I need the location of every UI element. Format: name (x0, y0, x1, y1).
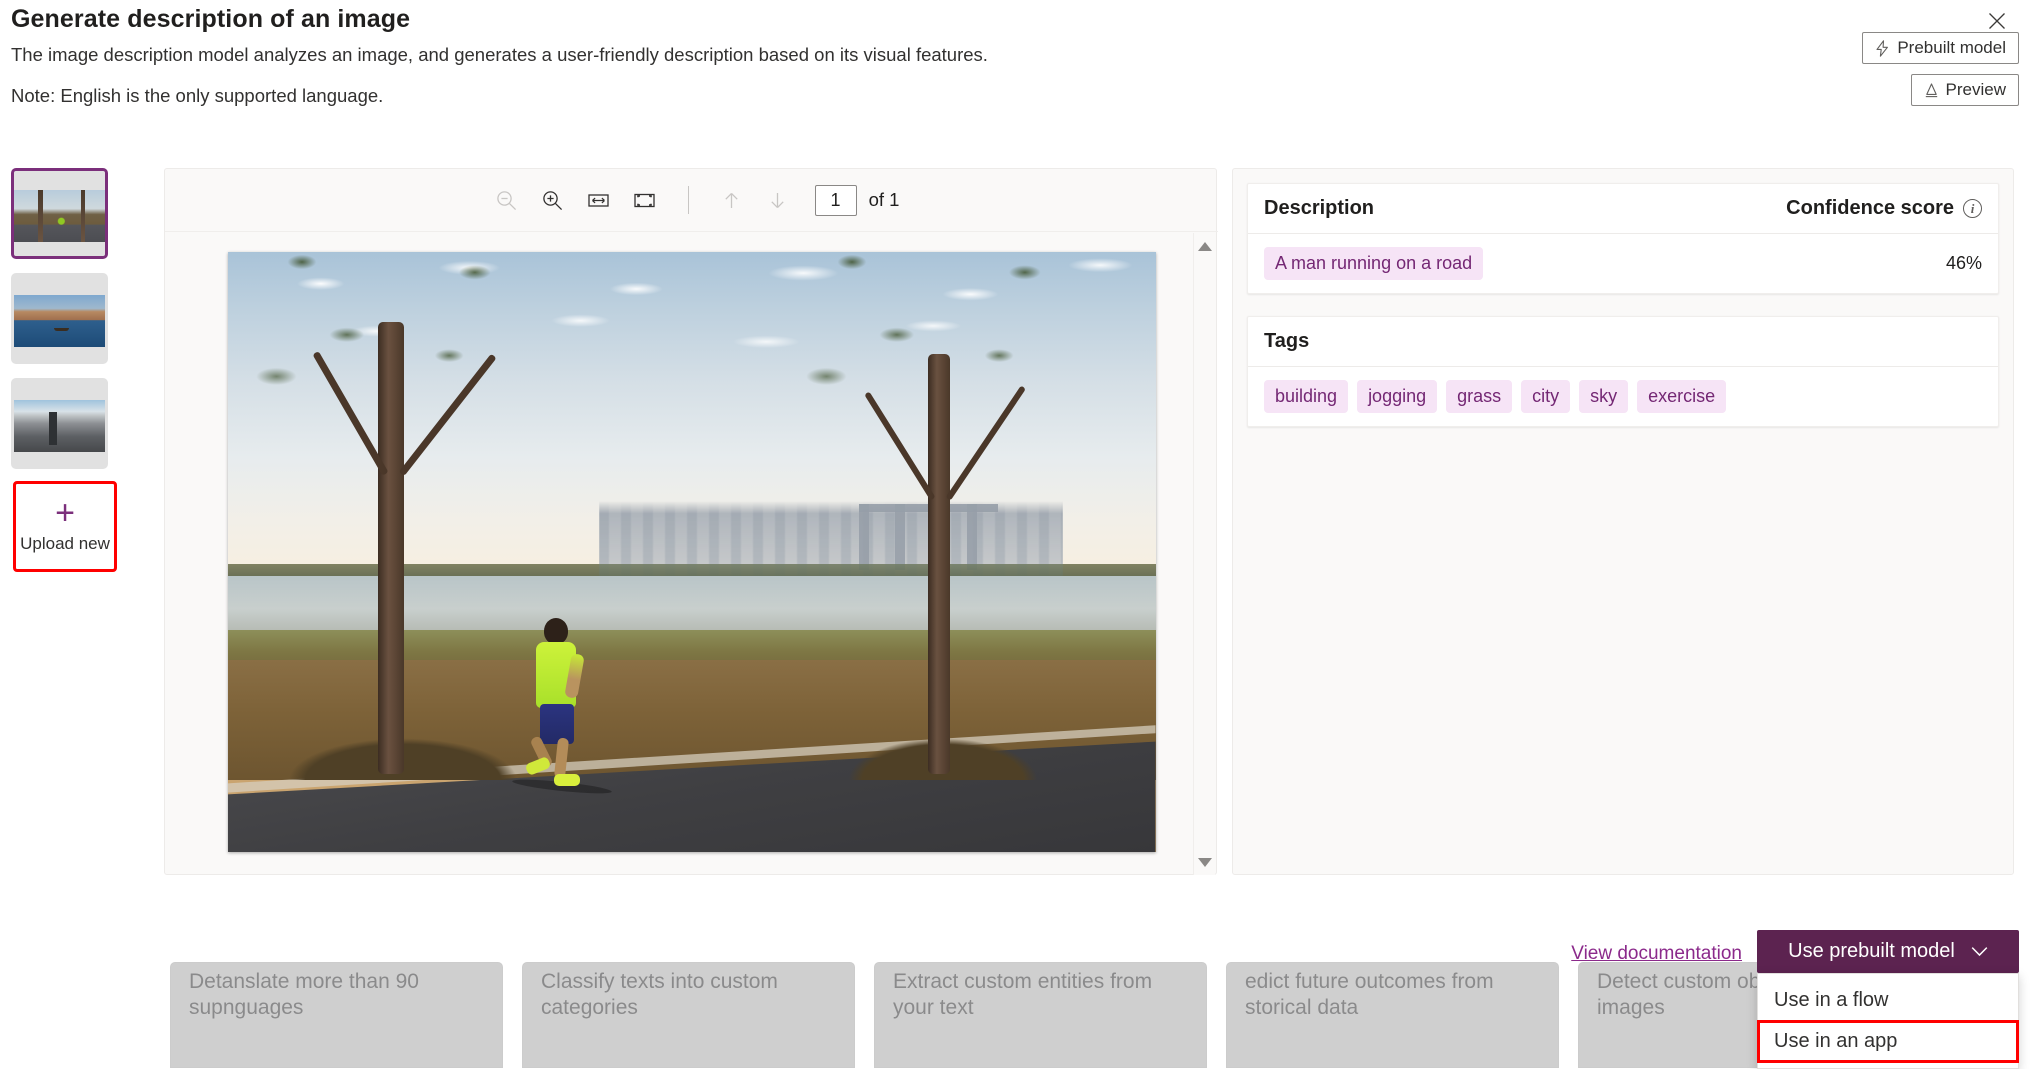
tag-chip[interactable]: building (1264, 380, 1348, 413)
tag-list: building jogging grass city sky exercise (1248, 367, 1998, 426)
info-icon[interactable]: i (1963, 199, 1982, 218)
upload-new-button[interactable]: + Upload new (15, 483, 115, 570)
description-card-header: Description Confidence score i (1248, 184, 1998, 234)
page-number-input[interactable] (815, 185, 857, 216)
preview-image[interactable] (228, 252, 1156, 852)
view-documentation-link[interactable]: View documentation (1571, 943, 1742, 965)
fit-to-page-button[interactable] (622, 180, 668, 220)
background-card: Detanslate more than 90 supnguages (170, 962, 503, 1068)
confidence-score-header: Confidence score i (1786, 197, 1982, 220)
use-prebuilt-model-button[interactable]: Use prebuilt model (1757, 930, 2019, 973)
dialog-note: Note: English is the only supported lang… (11, 85, 383, 107)
preview-toolbar: of 1 (165, 169, 1218, 232)
thumbnail-image (14, 400, 105, 452)
tags-card-title: Tags (1264, 330, 1309, 353)
thumbnail-item-city[interactable] (11, 378, 108, 469)
background-card: Classify texts into custom categories (522, 962, 855, 1068)
fit-to-width-icon (586, 188, 611, 213)
preview-badge-label: Preview (1946, 80, 2006, 100)
tag-chip[interactable]: sky (1579, 380, 1628, 413)
thumbnail-item-harbour[interactable] (11, 273, 108, 364)
zoom-in-icon (540, 188, 565, 213)
previous-page-button[interactable] (709, 180, 755, 220)
fit-to-width-button[interactable] (576, 180, 622, 220)
dialog-subtitle: The image description model analyzes an … (11, 44, 988, 66)
thumbnail-item-jogger[interactable] (11, 168, 108, 259)
triangle-down-icon (1198, 858, 1212, 867)
image-preview-panel: of 1 (164, 168, 1217, 875)
background-card-row: Detanslate more than 90 supnguages Class… (0, 962, 2030, 1068)
thumbnail-image (14, 295, 105, 347)
background-card-text: Extract custom entities from your text (893, 969, 1188, 1021)
results-panel: Description Confidence score i A man run… (1232, 168, 2014, 875)
generate-description-dialog: Generate description of an image The ima… (0, 0, 2030, 940)
chevron-down-icon (1971, 946, 1988, 957)
thumbnail-rail: + Upload new (11, 168, 123, 570)
prebuilt-model-badge-label: Prebuilt model (1897, 38, 2006, 58)
runner-shorts (540, 704, 574, 744)
tag-chip[interactable]: exercise (1637, 380, 1726, 413)
confidence-score-label: Confidence score (1786, 197, 1954, 220)
preview-stage (165, 232, 1218, 875)
tags-card: Tags building jogging grass city sky exe… (1247, 316, 1999, 427)
zoom-out-icon (494, 188, 519, 213)
background-card: edict future outcomes from storical data (1226, 962, 1559, 1068)
tree-trunk (928, 354, 950, 774)
upload-new-label: Upload new (20, 534, 110, 554)
background-card-text: Classify texts into custom categories (541, 969, 836, 1021)
zoom-out-button[interactable] (484, 180, 530, 220)
preview-scrollbar[interactable] (1193, 233, 1215, 875)
fit-to-page-icon (632, 188, 657, 213)
thumbnail-image (14, 190, 105, 242)
beta-flask-icon (1924, 82, 1939, 99)
next-page-button[interactable] (755, 180, 801, 220)
lightning-bolt-icon (1875, 40, 1890, 57)
plus-icon: + (55, 500, 75, 526)
tree-trunk (378, 322, 404, 774)
tag-chip[interactable]: grass (1446, 380, 1512, 413)
confidence-score-value: 46% (1946, 253, 1982, 274)
runner-back-shoe (524, 756, 551, 776)
description-card-title: Description (1264, 197, 1374, 220)
tag-chip[interactable]: jogging (1357, 380, 1437, 413)
use-prebuilt-model-label: Use prebuilt model (1788, 940, 1955, 963)
prebuilt-model-badge[interactable]: Prebuilt model (1862, 32, 2019, 64)
background-card: Extract custom entities from your text (874, 962, 1207, 1068)
tags-card-header: Tags (1248, 317, 1998, 367)
description-row: A man running on a road 46% (1248, 234, 1998, 293)
menu-item-use-in-an-app[interactable]: Use in an app (1758, 1021, 2018, 1062)
menu-item-use-in-a-flow[interactable]: Use in a flow (1758, 980, 2018, 1021)
close-icon (1987, 11, 2007, 31)
background-card-text: Detanslate more than 90 supnguages (189, 969, 484, 1021)
background-card-text: edict future outcomes from storical data (1245, 969, 1540, 1021)
runner-front-shoe (554, 774, 580, 786)
scroll-down-button[interactable] (1194, 851, 1216, 873)
runner-head (544, 618, 568, 644)
triangle-up-icon (1198, 242, 1212, 251)
arrow-up-icon (719, 188, 744, 213)
description-chip[interactable]: A man running on a road (1264, 247, 1483, 280)
description-card: Description Confidence score i A man run… (1247, 183, 1999, 294)
scroll-up-button[interactable] (1194, 235, 1216, 257)
zoom-in-button[interactable] (530, 180, 576, 220)
toolbar-divider (688, 186, 689, 214)
arrow-down-icon (765, 188, 790, 213)
page-title: Generate description of an image (11, 5, 410, 34)
tag-chip[interactable]: city (1521, 380, 1570, 413)
water-region (228, 576, 1156, 636)
use-prebuilt-model-menu: Use in a flow Use in an app (1757, 973, 2019, 1069)
runner-figure (528, 618, 586, 786)
page-total-label: of 1 (869, 189, 900, 211)
preview-badge[interactable]: Preview (1911, 74, 2019, 106)
